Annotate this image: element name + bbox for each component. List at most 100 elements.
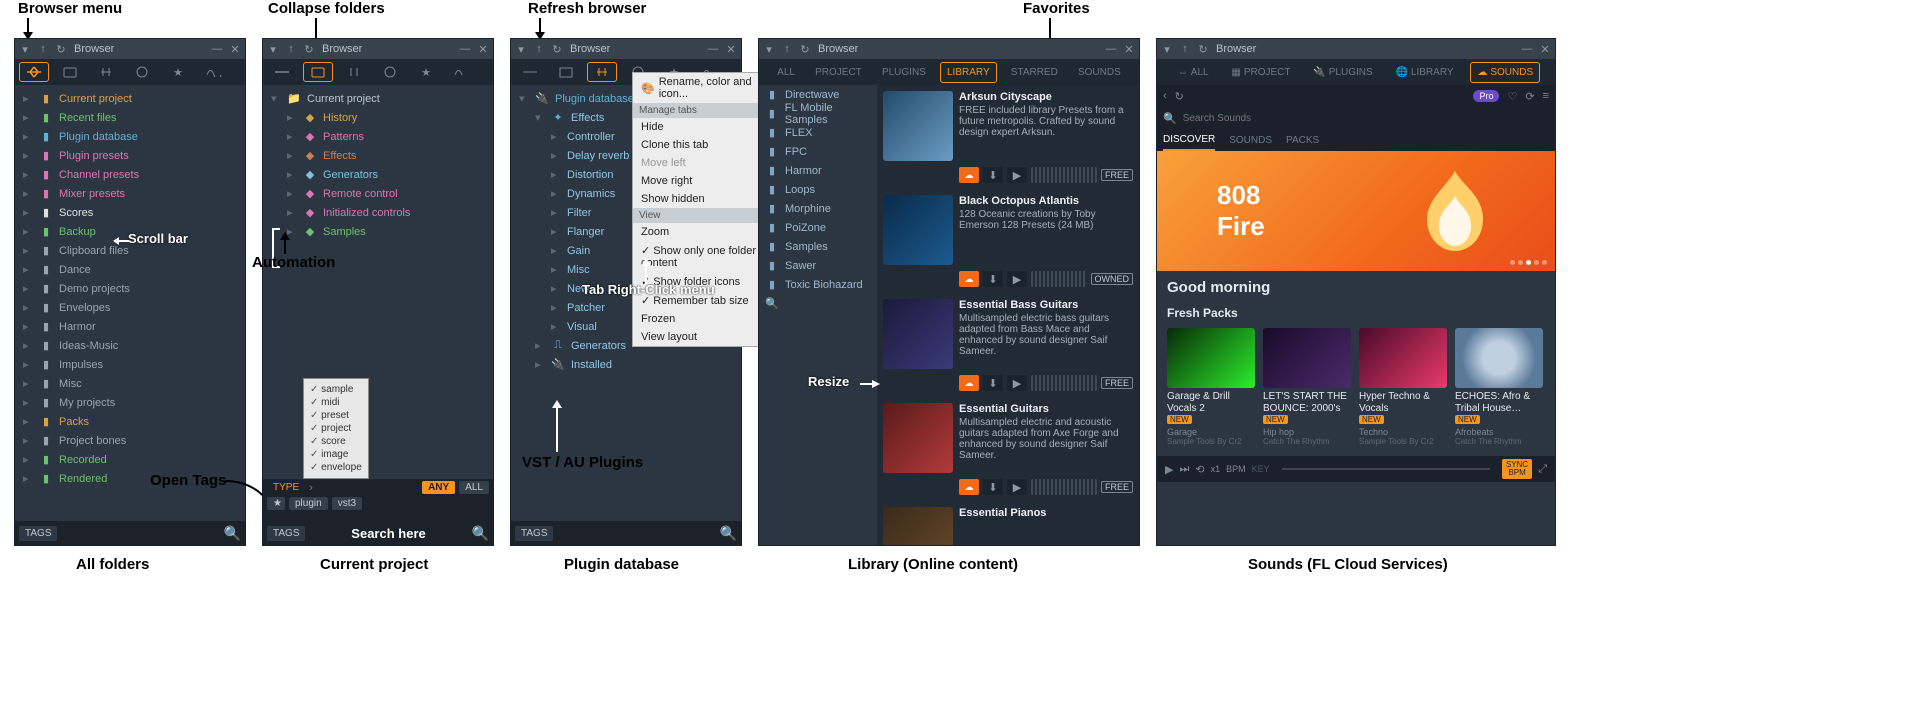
expand-icon[interactable]: ▸ <box>23 130 33 143</box>
lib-category[interactable]: ▮Loops <box>759 180 877 199</box>
tab-context-menu[interactable]: 🎨Rename, color and icon... Manage tabs H… <box>632 72 770 347</box>
heart-icon[interactable]: ♡ <box>1507 90 1517 103</box>
tree-item[interactable]: ▸ ◆ Generators <box>267 165 493 184</box>
ctx-item[interactable]: Clone this tab <box>633 136 769 154</box>
tree-item[interactable]: ▸ ◆ Effects <box>267 146 493 165</box>
pack-card[interactable]: ECHOES: Afro & Tribal House… NEW Afrobea… <box>1455 328 1543 446</box>
close-icon[interactable]: ✕ <box>1122 42 1136 56</box>
titlebar[interactable]: ▾ ↑ ↻ Browser — ✕ <box>263 39 493 59</box>
menu-caret-icon[interactable]: ▾ <box>266 42 280 56</box>
expand-icon[interactable]: ▸ <box>23 225 33 238</box>
titlebar[interactable]: ▾ ↑ ↻ Browser — ✕ <box>15 39 245 59</box>
type-filter-row[interactable]: TYPE › ANY ALL ★ plugin vst3 <box>263 479 493 521</box>
play-icon[interactable]: ▶ <box>1007 375 1027 391</box>
search-icon[interactable]: 🔍 <box>720 525 737 542</box>
tab-plugin-db[interactable] <box>91 62 121 82</box>
expand-icon[interactable]: ▸ <box>23 92 33 105</box>
soundcloud-icon[interactable]: ☁ <box>959 271 979 287</box>
minimize-icon[interactable]: — <box>1104 42 1118 56</box>
nav-up-icon[interactable]: ↑ <box>1178 42 1192 56</box>
nav-up-icon[interactable]: ↑ <box>284 42 298 56</box>
tab-all-folders[interactable] <box>267 62 297 82</box>
lib-search-row[interactable]: 🔍 <box>759 294 877 313</box>
expand-icon[interactable]: ▸ <box>287 130 297 143</box>
expand-icon[interactable]: ▸ <box>535 339 545 352</box>
tree-item[interactable]: ▸ ▮ Ideas-Music <box>19 336 245 355</box>
titlebar[interactable]: ▾ ↑ ↻ Browser — ✕ <box>759 39 1139 59</box>
tab-sounds[interactable] <box>199 62 229 82</box>
tab-all-folders[interactable] <box>19 62 49 82</box>
close-icon[interactable]: ✕ <box>476 42 490 56</box>
expand-icon[interactable]: ▸ <box>551 320 561 333</box>
lib-category[interactable]: ▮FPC <box>759 142 877 161</box>
menu-caret-icon[interactable]: ▾ <box>18 42 32 56</box>
library-list[interactable]: Arksun Cityscape FREE included library P… <box>877 85 1139 545</box>
expand-icon[interactable]: ▸ <box>23 320 33 333</box>
packs-row[interactable]: Garage & Drill Vocals 2 NEW Garage Sampl… <box>1157 322 1555 456</box>
chip-plugin[interactable]: plugin <box>289 497 328 510</box>
history-icon[interactable]: ⟳ <box>1525 90 1534 103</box>
tree-item[interactable]: ▸ ▮ Current project <box>19 89 245 108</box>
library-item[interactable]: Essential Pianos ☁ ⬇ ▶ <box>877 501 1139 545</box>
expand-icon[interactable]: ▸ <box>23 111 33 124</box>
tree-item[interactable]: ▸ ▮ Plugin presets <box>19 146 245 165</box>
pack-card[interactable]: Garage & Drill Vocals 2 NEW Garage Sampl… <box>1167 328 1255 446</box>
tree-item[interactable]: ▸ ▮ Scores <box>19 203 245 222</box>
tags-footer[interactable]: TAGS Search here 🔍 <box>263 521 493 545</box>
ctx-rename[interactable]: 🎨Rename, color and icon... <box>633 73 769 103</box>
tag-option[interactable]: sample <box>310 383 362 396</box>
tags-button[interactable]: TAGS <box>515 526 553 541</box>
tab-sounds[interactable] <box>447 62 477 82</box>
back-icon[interactable]: ‹ <box>1163 90 1167 102</box>
tree-root[interactable]: ▾ 📁 Current project <box>267 89 493 108</box>
tab-project[interactable]: PROJECT <box>809 63 868 82</box>
tree-item[interactable]: ▸ ▮ Recent files <box>19 108 245 127</box>
tree-item[interactable]: ▸ ▮ Impulses <box>19 355 245 374</box>
minimize-icon[interactable]: — <box>458 42 472 56</box>
ctx-item[interactable]: Move right <box>633 172 769 190</box>
play-icon[interactable]: ▶ <box>1007 271 1027 287</box>
expand-icon[interactable]: ▸ <box>551 263 561 276</box>
menu-caret-icon[interactable]: ▾ <box>1160 42 1174 56</box>
tree-item[interactable]: ▸ ◆ Samples <box>267 222 493 241</box>
tree-installed[interactable]: ▸ 🔌 Installed <box>515 355 741 374</box>
expand-icon[interactable]: ▾ <box>535 111 545 124</box>
download-icon[interactable]: ⬇ <box>983 271 1003 287</box>
expand-icon[interactable]: ▸ <box>551 168 561 181</box>
minimize-icon[interactable]: — <box>706 42 720 56</box>
tab-current-project[interactable] <box>303 62 333 82</box>
refresh-icon[interactable]: ↻ <box>550 42 564 56</box>
filter-all[interactable]: ALL <box>459 481 489 494</box>
ctx-item[interactable]: Zoom <box>633 223 769 241</box>
download-icon[interactable]: ⬇ <box>983 375 1003 391</box>
tree-item[interactable]: ▸ ▮ Harmor <box>19 317 245 336</box>
expand-icon[interactable]: ▸ <box>23 472 33 485</box>
tag-option[interactable]: envelope <box>310 461 362 474</box>
search-input[interactable] <box>1183 113 1549 124</box>
tree-item[interactable]: ▸ ▮ Channel presets <box>19 165 245 184</box>
tree-item[interactable]: ▸ ▮ Recorded <box>19 450 245 469</box>
library-item[interactable]: Essential Bass Guitars Multisampled elec… <box>877 293 1139 397</box>
expand-icon[interactable]: ▸ <box>23 377 33 390</box>
expand-icon[interactable]: ▸ <box>23 339 33 352</box>
tree-item[interactable]: ▸ ▮ Plugin database <box>19 127 245 146</box>
expand-icon[interactable]: ▸ <box>23 206 33 219</box>
tree-item[interactable]: ▸ ▮ Misc <box>19 374 245 393</box>
download-icon[interactable]: ⬇ <box>983 167 1003 183</box>
expand-icon[interactable]: ▸ <box>551 187 561 200</box>
tag-option[interactable]: preset <box>310 409 362 422</box>
expand-icon[interactable]: ▸ <box>23 168 33 181</box>
tab-plugins[interactable]: PLUGINS <box>876 63 932 82</box>
tab-project[interactable]: ▦PROJECT <box>1225 63 1296 82</box>
nav-up-icon[interactable]: ↑ <box>36 42 50 56</box>
subtab-packs[interactable]: PACKS <box>1286 131 1319 150</box>
subtab-discover[interactable]: DISCOVER <box>1163 130 1215 151</box>
ctx-item[interactable]: Show hidden <box>633 190 769 208</box>
expand-icon[interactable]: ▸ <box>23 282 33 295</box>
tags-footer[interactable]: TAGS 🔍 <box>15 521 245 545</box>
soundcloud-icon[interactable]: ☁ <box>959 375 979 391</box>
lib-category[interactable]: ▮Sawer <box>759 256 877 275</box>
ctx-item[interactable]: View layout <box>633 328 769 346</box>
search-icon[interactable]: 🔍 <box>472 525 489 542</box>
search-icon[interactable]: 🔍 <box>765 297 779 311</box>
